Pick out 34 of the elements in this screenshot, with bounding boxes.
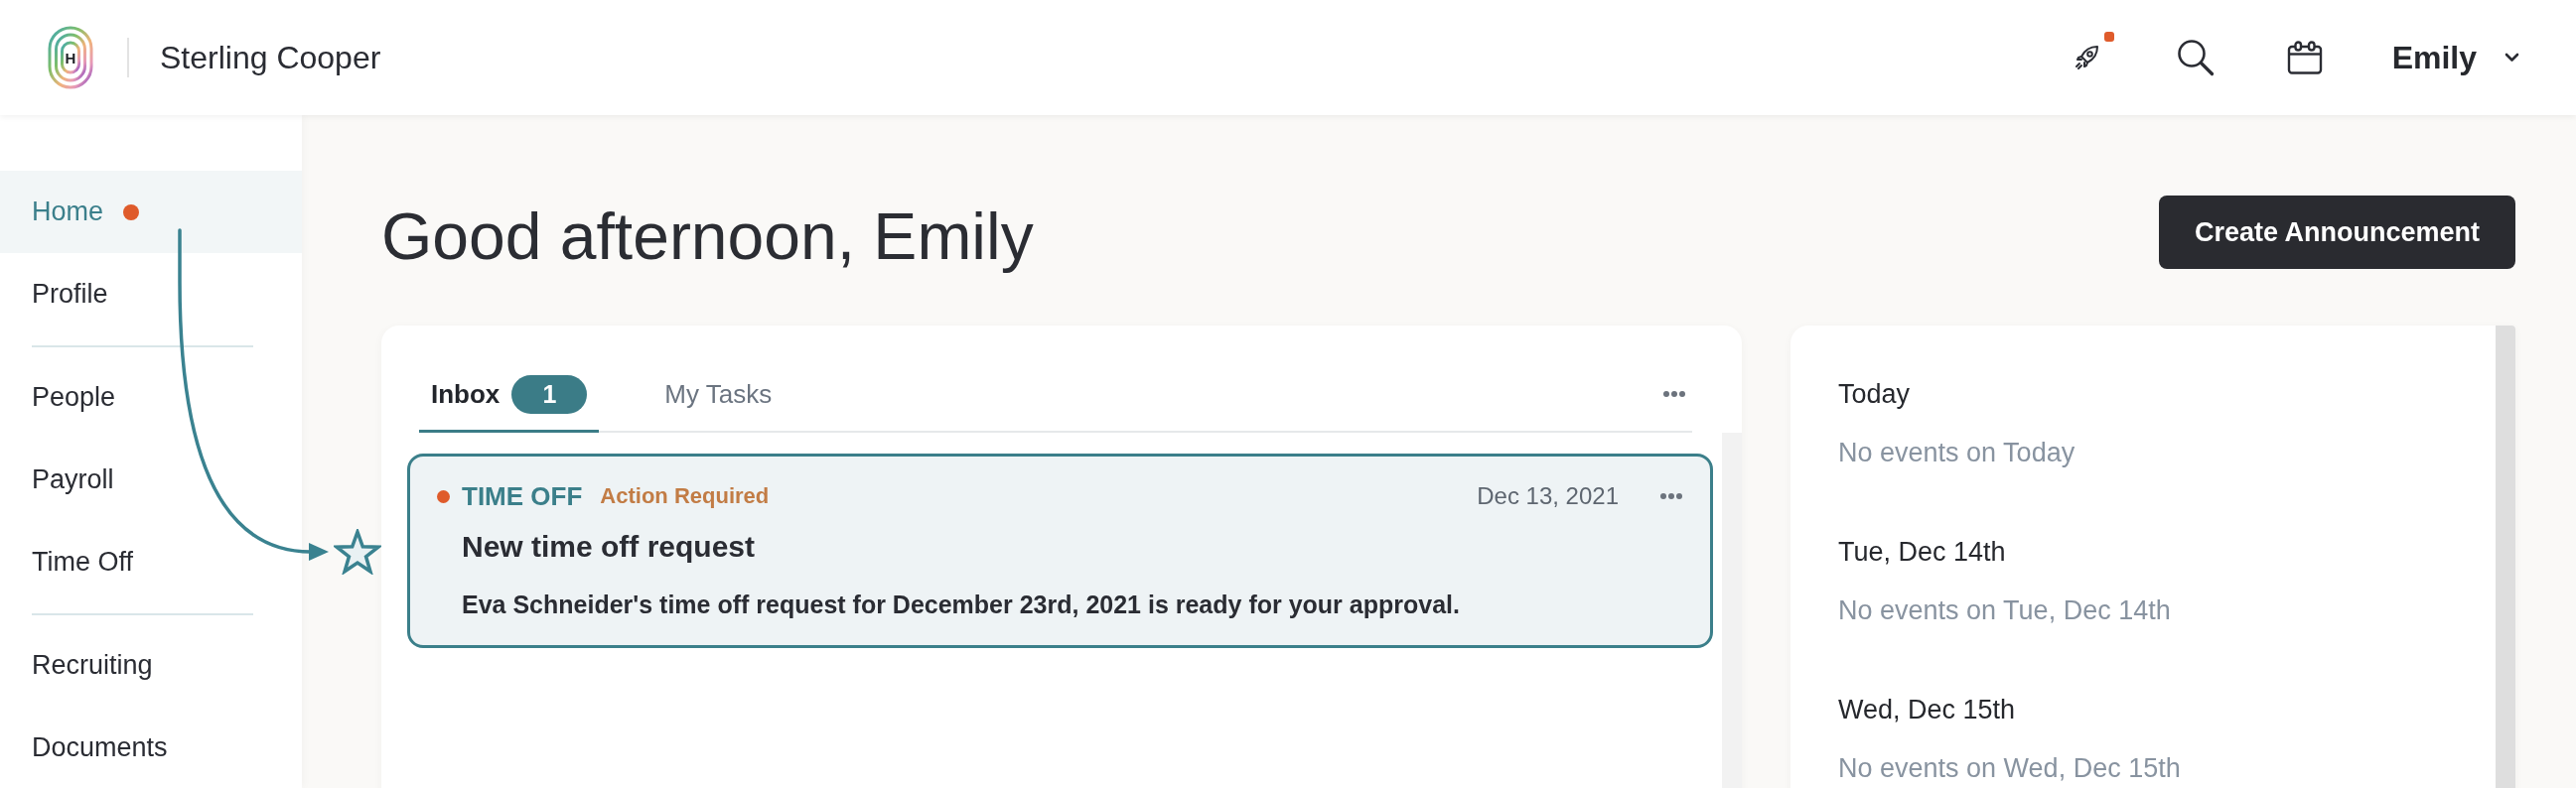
sidebar-item[interactable]: Time Off [0,521,302,603]
sidebar-item[interactable]: Profile [0,253,302,335]
card-title: New time off request [462,529,757,565]
empty-events-text: No events on Wed, Dec 15th [1838,752,2182,785]
notification-card[interactable]: TIME OFF Action Required Dec 13, 2021 New time off request Eva Schneider's time off request for December 23rd, 2021 is ready for your approval. [407,454,1713,648]
category-label: TIME OFF [462,480,583,512]
company-name: Sterling Cooper [160,39,381,76]
day-heading: Wed, Dec 15th [1838,694,2017,726]
chevron-down-icon [2504,53,2519,63]
search-icon[interactable] [2176,39,2215,76]
day-heading: Today [1838,378,1912,411]
sidebar-item[interactable]: Payroll [0,439,302,521]
scrollbar-thumb[interactable] [2496,326,2515,788]
empty-events-text: No events on Tue, Dec 14th [1838,594,2172,627]
calendar-icon[interactable] [2286,41,2323,74]
day-heading: Tue, Dec 14th [1838,536,2007,569]
sidebar-item[interactable]: Recruiting [0,624,302,707]
greeting-heading: Good afternoon, Emily [381,197,1034,273]
tab[interactable]: Inbox 1 [419,375,600,433]
more-icon[interactable] [1663,391,1685,397]
card-description: Eva Schneider's time off request for December 23rd, 2021 is ready for your approval. [462,590,1461,620]
date-text: Dec 13, 2021 [1477,482,1619,510]
user-menu[interactable]: Emily [2391,39,2519,76]
tab[interactable]: My Tasks [652,375,785,433]
sidebar-item[interactable]: People [0,356,302,439]
create-button[interactable]: Create Announcement [2158,196,2515,269]
empty-events-text: No events on Today [1838,437,2076,469]
star-icon [334,529,381,575]
sidebar-item[interactable]: Home [0,171,302,253]
logo[interactable]: H [48,26,93,89]
count-badge: 1 [511,375,588,414]
more-icon[interactable] [1660,493,1682,499]
sidebar-item[interactable]: Documents [0,707,302,788]
status-label: Action Required [600,483,770,509]
